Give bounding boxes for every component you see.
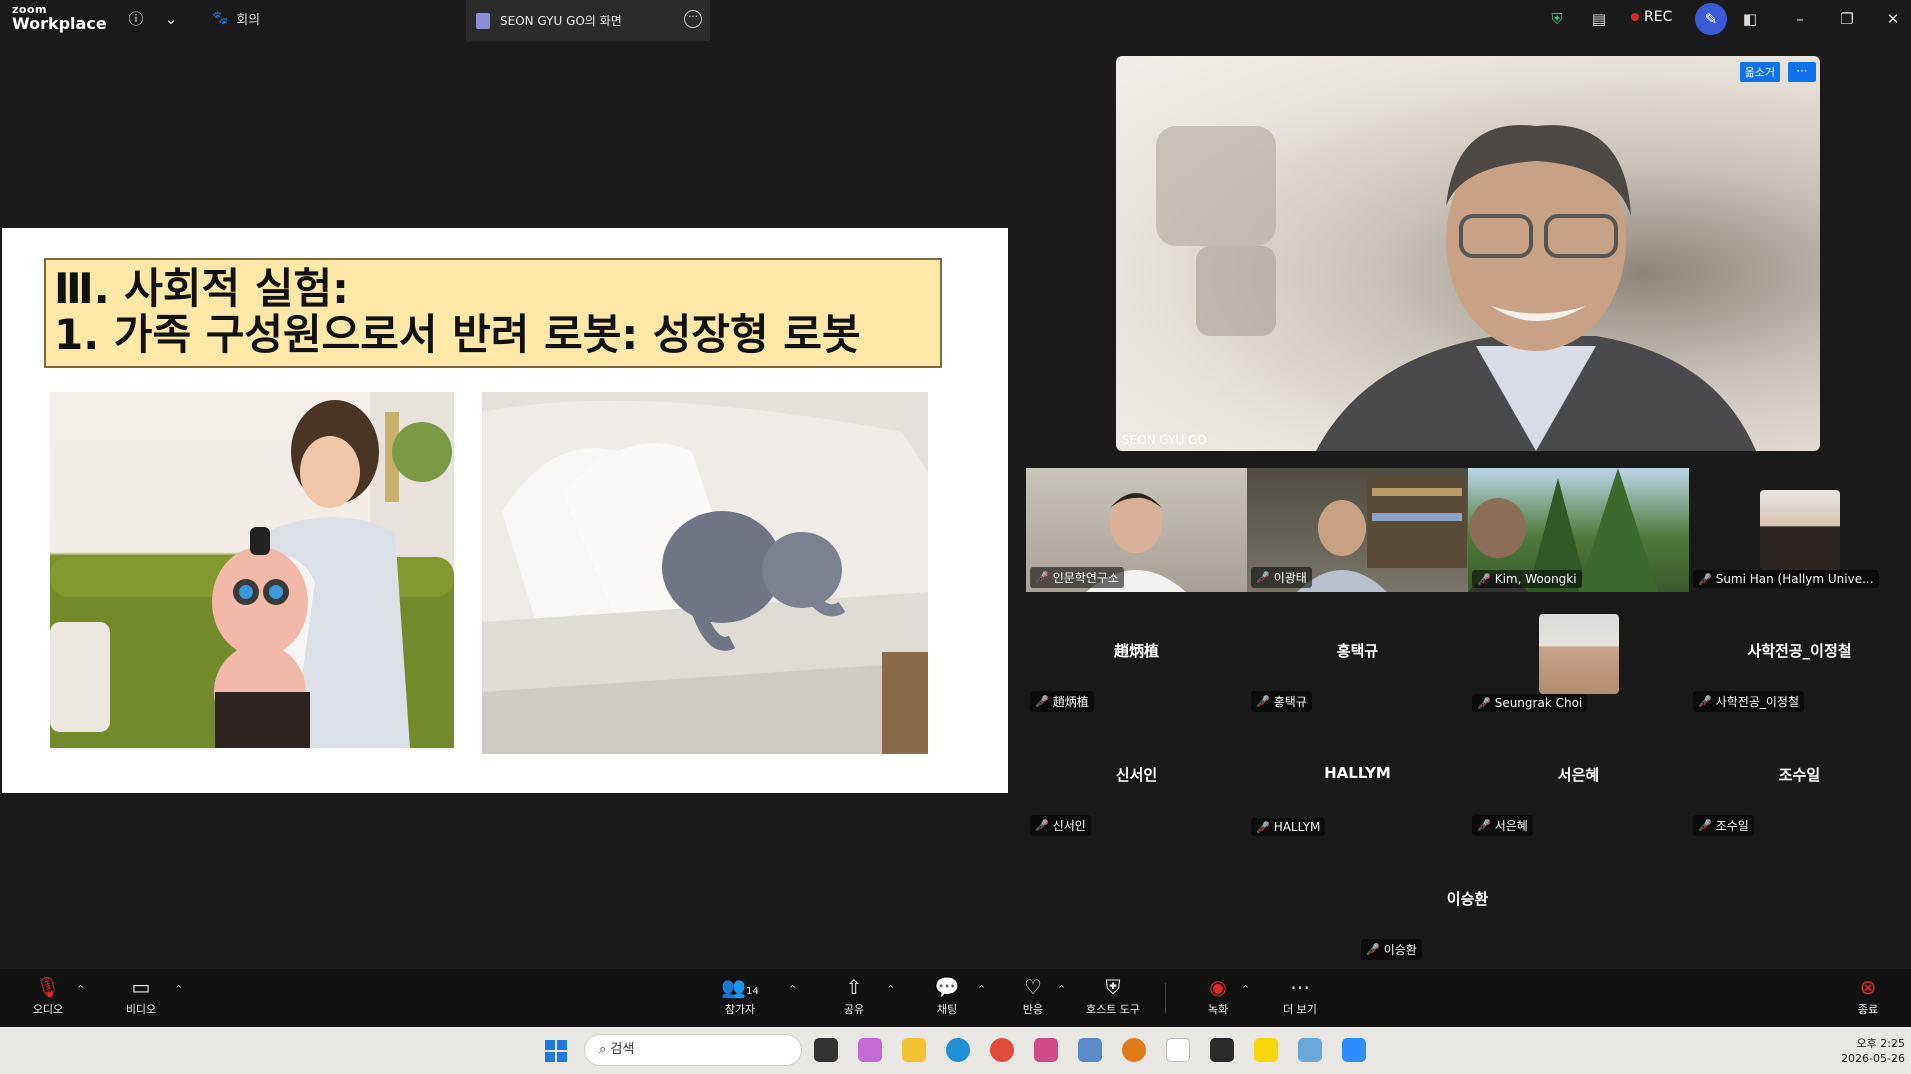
participant-tile[interactable]: 이승환 🎤̸ 이승환 — [1357, 840, 1578, 964]
participant-tile[interactable]: 🎤̸ 이광태 — [1247, 468, 1468, 592]
document-icon — [476, 12, 490, 29]
participants-button[interactable]: 👥14 참가자 — [705, 975, 775, 1017]
participant-tile[interactable]: HALLYM 🎤̸ HALLYM — [1247, 716, 1468, 840]
mic-muted-icon: 🎙 — [35, 975, 61, 999]
file-explorer-icon[interactable] — [902, 1038, 926, 1062]
meeting-toolbar: 🎙 오디오 ⌃ ▭ 비디오 ⌃ 👥14 참가자 ⌃ ⇧ 공유 ⌃ 💬 채팅 ⌃ … — [0, 969, 1911, 1027]
participant-tile[interactable]: 趙炳植 🎤̸ 趙炳植 — [1026, 592, 1247, 716]
title-bar: zoom Workplace ⓘ ⌄ 🐾 회의 SEON GYU GO의 화면 … — [0, 0, 1911, 41]
info-icon[interactable]: ⓘ — [125, 8, 147, 30]
shield-icon[interactable]: ⛨ — [1546, 8, 1568, 30]
kakaotalk-icon[interactable] — [1254, 1038, 1278, 1062]
recording-indicator[interactable]: REC — [1631, 9, 1672, 25]
camera-icon: ▭ — [131, 975, 151, 999]
sofa-robot-photo — [482, 392, 928, 754]
mic-muted-icon: 🎤̸ — [1477, 819, 1491, 832]
os-taskbar: ⌕ 검색 오후 2:25 2026-05-26 — [0, 1027, 1911, 1074]
taskbar-search-input[interactable]: ⌕ 검색 — [584, 1034, 802, 1066]
end-icon: ⊗ — [1859, 975, 1877, 999]
active-speaker-video[interactable]: 옮소거 ··· SEON GYU GO — [1116, 56, 1820, 451]
record-dot-icon — [1631, 13, 1639, 21]
mic-muted-icon: 🎤̸ — [1477, 696, 1491, 710]
speaker-name: SEON GYU GO — [1122, 433, 1207, 447]
profile-photo — [1759, 490, 1840, 570]
annotate-button[interactable]: ✎ — [1695, 3, 1727, 35]
copilot-icon[interactable] — [858, 1038, 882, 1062]
audio-button[interactable]: 🎙 오디오 — [13, 975, 83, 1017]
mute-all-badge[interactable]: 옮소거 — [1739, 62, 1780, 82]
robot-woman-photo — [50, 392, 454, 748]
mic-muted-icon: 🎤̸ — [1366, 943, 1380, 956]
chevron-up-icon[interactable]: ⌃ — [1057, 983, 1066, 996]
layout-icon[interactable]: ◧ — [1739, 8, 1761, 30]
participant-tile[interactable]: 조수일 🎤̸ 조수일 — [1689, 716, 1910, 840]
participant-tile[interactable]: 🎤̸ Seungrak Choi — [1468, 592, 1689, 716]
host-tools-button[interactable]: ⛨ 호스트 도구 — [1077, 975, 1149, 1017]
participant-tile[interactable]: 사학전공_이정철 🎤̸ 사학전공_이정철 — [1689, 592, 1910, 716]
notes-app-icon[interactable] — [1210, 1038, 1234, 1062]
participant-tile[interactable]: 서은혜 🎤̸ 서은혜 — [1468, 716, 1689, 840]
search-app-icon[interactable] — [1122, 1038, 1146, 1062]
mic-muted-icon: 🎤̸ — [1698, 695, 1712, 708]
participant-tile[interactable]: 🎤̸ 인문학연구소 — [1026, 468, 1247, 592]
chevron-up-icon[interactable]: ⌃ — [1241, 983, 1250, 996]
edge-icon[interactable] — [946, 1038, 970, 1062]
chrome-icon[interactable] — [990, 1038, 1014, 1062]
mic-muted-icon: 🎤̸ — [1035, 695, 1049, 708]
chat-button[interactable]: 💬 채팅 — [912, 975, 982, 1017]
participant-tile[interactable]: 신서인 🎤̸ 신서인 — [1026, 716, 1247, 840]
share-button[interactable]: ⇧ 공유 — [819, 975, 889, 1017]
end-button[interactable]: ⊗ 종료 — [1833, 975, 1903, 1017]
windows-start-icon[interactable] — [545, 1040, 567, 1062]
people-icon: 👥14 — [721, 975, 759, 999]
participant-tile[interactable]: 홍택규 🎤̸ 홍택규 — [1247, 592, 1468, 716]
paw-icon: 🐾 — [212, 10, 229, 26]
mic-muted-icon: 🎤̸ — [1698, 572, 1712, 586]
chevron-up-icon[interactable]: ⌃ — [977, 983, 986, 996]
restore-icon[interactable]: ❐ — [1836, 8, 1858, 30]
app-icon[interactable] — [1078, 1038, 1102, 1062]
mic-muted-icon: 🎤̸ — [1256, 695, 1270, 708]
profile-photo — [1538, 614, 1619, 694]
video-button[interactable]: ▭ 비디오 — [106, 975, 176, 1017]
zoom-app-icon[interactable] — [1342, 1038, 1366, 1062]
chevron-up-icon[interactable]: ⌃ — [788, 983, 797, 996]
react-button[interactable]: ♡ 반응 — [998, 975, 1068, 1017]
record-button[interactable]: ◉ 녹화 — [1183, 975, 1253, 1017]
mic-muted-icon: 🎤̸ — [1035, 571, 1049, 584]
chevron-up-icon[interactable]: ⌃ — [76, 983, 85, 996]
task-view-icon[interactable] — [814, 1038, 838, 1062]
slide-title: Ⅲ. 사회적 실험: 1. 가족 구성원으로서 반려 로봇: 성장형 로봇 — [44, 258, 942, 368]
snipping-tool-icon[interactable] — [1034, 1038, 1058, 1062]
paint-icon[interactable] — [1298, 1038, 1322, 1062]
mic-muted-icon: 🎤̸ — [1698, 819, 1712, 832]
mic-muted-icon: 🎤̸ — [1256, 820, 1270, 834]
share-screen-icon: ⇧ — [845, 975, 863, 999]
more-options-button[interactable]: ··· — [1788, 62, 1816, 82]
zoom-logo: zoom Workplace — [12, 3, 107, 33]
minimize-icon[interactable]: – — [1789, 8, 1811, 30]
close-icon[interactable]: ✕ — [1882, 8, 1904, 30]
document-icon[interactable] — [1166, 1038, 1190, 1062]
tab-meeting[interactable]: 🐾 회의 — [212, 0, 260, 36]
more-options-icon[interactable]: ··· — [684, 10, 702, 28]
mic-muted-icon: 🎤̸ — [1477, 572, 1491, 586]
more-dots-icon: ⋯ — [1290, 975, 1310, 999]
chat-bubble-icon: 💬 — [934, 975, 960, 999]
chevron-down-icon[interactable]: ⌄ — [160, 8, 182, 30]
participant-tile[interactable]: 🎤̸ Sumi Han (Hallym Unive... — [1689, 468, 1910, 592]
notes-icon[interactable]: ▤ — [1588, 8, 1610, 30]
more-button[interactable]: ⋯ 더 보기 — [1265, 975, 1335, 1017]
system-clock[interactable]: 오후 2:25 2026-05-26 — [1841, 1036, 1905, 1066]
shield-icon: ⛨ — [1105, 975, 1121, 999]
divider — [1165, 983, 1166, 1013]
mic-muted-icon: 🎤̸ — [1035, 819, 1049, 832]
search-icon: ⌕ — [599, 1042, 607, 1057]
mic-muted-icon: 🎤̸ — [1256, 571, 1270, 584]
tab-share[interactable]: SEON GYU GO의 화면 ··· — [466, 0, 710, 41]
chevron-up-icon[interactable]: ⌃ — [886, 983, 895, 996]
chevron-up-icon[interactable]: ⌃ — [174, 983, 183, 996]
participant-tile[interactable]: 🎤̸ Kim, Woongki — [1468, 468, 1689, 592]
shared-slide: Ⅲ. 사회적 실험: 1. 가족 구성원으로서 반려 로봇: 성장형 로봇 — [2, 228, 1008, 793]
